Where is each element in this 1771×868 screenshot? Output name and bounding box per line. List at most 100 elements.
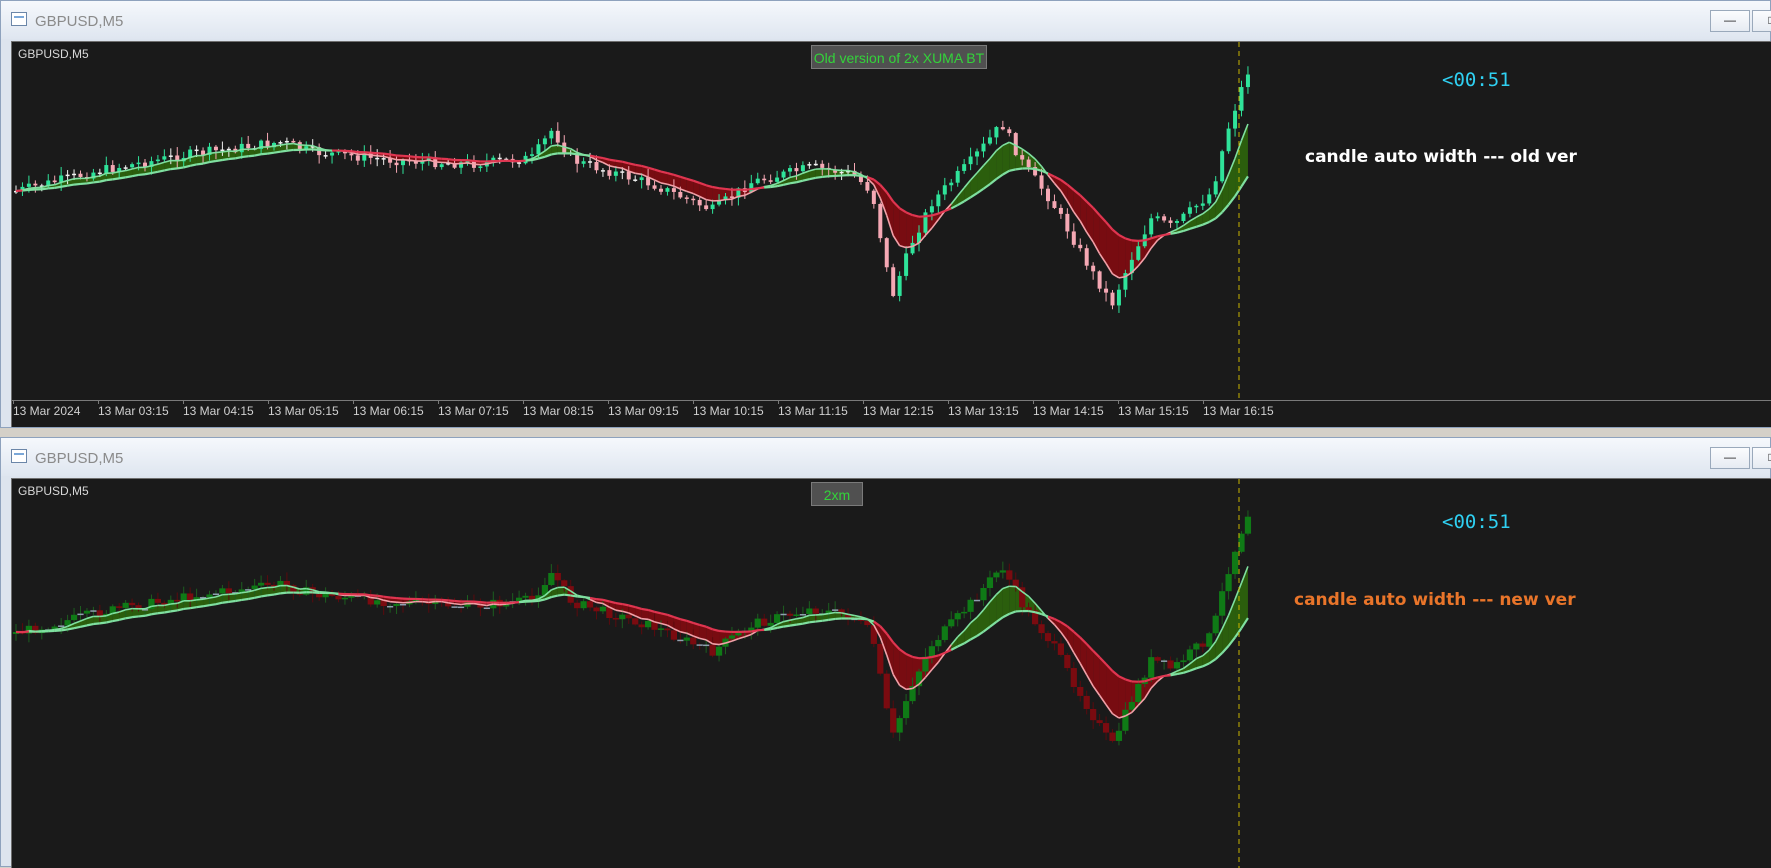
bull-candle (543, 138, 547, 144)
fast-ma-line (461, 604, 467, 605)
bear-candle (1085, 248, 1089, 266)
bull-candle (961, 612, 967, 614)
bull-candle (1214, 181, 1218, 194)
indicator-label[interactable]: 2xm (811, 482, 863, 506)
ma-cloud-down-segment (906, 212, 912, 247)
bear-candle (1071, 668, 1077, 687)
slow-ma-line (74, 184, 80, 185)
slow-ma-line (139, 174, 145, 175)
fast-ma-line (29, 188, 35, 189)
bull-candle (1220, 151, 1224, 181)
slow-ma-line (861, 619, 867, 620)
bull-candle (801, 165, 805, 171)
slow-ma-line (661, 172, 667, 173)
bear-candle (174, 600, 180, 602)
slow-ma-line (268, 595, 274, 596)
bull-candle (27, 184, 31, 187)
bear-candle (872, 191, 876, 204)
bull-candle (440, 164, 444, 167)
slow-ma-line (829, 619, 835, 620)
bear-candle (1084, 696, 1090, 709)
bear-candle (400, 604, 406, 606)
bull-candle (549, 131, 553, 139)
slow-ma-line (1042, 171, 1048, 174)
slow-ma-line (93, 623, 99, 624)
bull-candle (614, 172, 618, 176)
slow-ma-line (384, 154, 390, 155)
price-chart[interactable]: GBPUSD,M5 2xm <00:51 candle auto width -… (11, 478, 1771, 868)
slow-ma-line (532, 601, 538, 602)
bull-candle (1201, 203, 1205, 205)
bull-candle (645, 621, 651, 627)
fast-ma-line (177, 160, 183, 161)
slow-ma-line (1158, 676, 1164, 678)
bull-candle (1161, 660, 1167, 662)
time-axis-tick (778, 400, 779, 404)
bull-candle (1188, 207, 1192, 213)
fast-ma-line (429, 602, 435, 603)
bull-candle (949, 183, 953, 186)
bull-candle (401, 160, 405, 165)
fast-ma-line (616, 167, 622, 168)
slow-ma-line (758, 188, 764, 189)
bear-candle (556, 131, 560, 143)
fast-ma-line (409, 160, 415, 161)
bull-candle (711, 205, 715, 209)
title-bar[interactable]: GBPUSD,M5 — □ (1, 1, 1770, 39)
slow-ma-line (235, 600, 241, 601)
bull-candle (703, 645, 709, 647)
time-axis-label: 13 Mar 09:15 (608, 404, 679, 418)
bull-candle (897, 718, 903, 732)
fast-ma-line (829, 613, 835, 614)
bull-candle (775, 178, 779, 182)
fast-ma-line (409, 602, 415, 603)
bull-candle (162, 156, 166, 159)
bull-candle (104, 165, 108, 173)
bear-candle (1007, 129, 1011, 133)
window-title: GBPUSD,M5 (35, 13, 123, 30)
bull-candle (90, 610, 96, 612)
bull-candle (1175, 221, 1179, 223)
bull-candle (640, 177, 644, 180)
time-axis-tick (1033, 400, 1034, 404)
bull-candle (1240, 87, 1244, 111)
fast-ma-line (474, 164, 480, 165)
chart-window-bottom[interactable]: GBPUSD,M5 — □ GBPUSD,M5 2xm <00:51 candl… (0, 437, 1771, 867)
chart-window-top[interactable]: GBPUSD,M5 — □ GBPUSD,M5 Old version of 2… (0, 0, 1771, 428)
fast-ma-line (268, 146, 274, 147)
maximize-button[interactable]: □ (1752, 10, 1771, 32)
maximize-button[interactable]: □ (1752, 447, 1771, 469)
fast-ma-line (371, 155, 377, 156)
slow-ma-line (171, 610, 177, 611)
price-chart[interactable]: GBPUSD,M5 Old version of 2x XUMA BT <00:… (11, 41, 1771, 427)
bull-candle (935, 640, 941, 646)
slow-ma-line (280, 593, 286, 594)
slow-ma-line (784, 626, 790, 627)
slow-ma-line (216, 160, 222, 161)
slow-ma-line (764, 187, 770, 188)
bull-candle (993, 573, 999, 578)
slow-ma-line (261, 595, 267, 596)
bull-candle (71, 615, 77, 620)
time-axis-line (12, 400, 1771, 401)
minimize-button[interactable]: — (1710, 447, 1750, 469)
annotation-note: candle auto width --- new ver (1294, 590, 1576, 610)
bull-candle (755, 619, 761, 628)
bull-candle (1000, 570, 1006, 572)
bull-candle (156, 160, 160, 162)
slow-ma-line (803, 179, 809, 180)
slow-ma-line (925, 657, 931, 658)
time-axis-label: 13 Mar 14:15 (1033, 404, 1104, 418)
time-axis-label: 13 Mar 12:15 (863, 404, 934, 418)
bear-candle (155, 599, 161, 603)
title-bar[interactable]: GBPUSD,M5 — □ (1, 438, 1770, 476)
bull-candle (258, 583, 264, 586)
indicator-label[interactable]: Old version of 2x XUMA BT (811, 45, 987, 69)
bear-candle (890, 708, 896, 732)
slow-ma-line (203, 605, 209, 606)
fast-ma-line (455, 604, 461, 605)
fast-ma-line (422, 602, 428, 603)
minimize-button[interactable]: — (1710, 10, 1750, 32)
fast-ma-line (422, 160, 428, 161)
bear-candle (671, 630, 677, 639)
